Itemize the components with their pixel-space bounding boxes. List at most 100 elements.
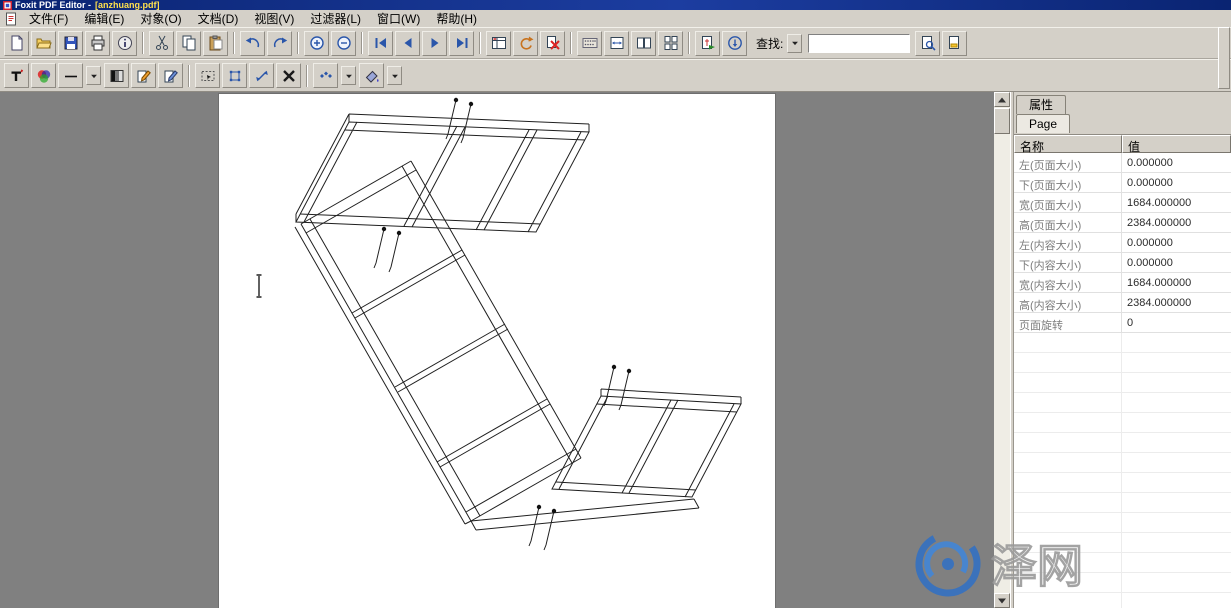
facing-pages-button[interactable] <box>631 31 656 56</box>
next-page-button[interactable] <box>422 31 447 56</box>
property-value[interactable]: 1684.000000 <box>1122 193 1231 212</box>
tab-properties[interactable]: 属性 <box>1016 95 1066 114</box>
last-page-button[interactable] <box>449 31 474 56</box>
property-row[interactable]: 下(页面大小)0.000000 <box>1014 173 1231 193</box>
paint-button[interactable] <box>359 63 384 88</box>
zoom-in-button[interactable] <box>304 31 329 56</box>
property-row[interactable]: 高(页面大小)2384.000000 <box>1014 213 1231 233</box>
line-tool-button[interactable] <box>58 63 83 88</box>
property-value[interactable]: 0 <box>1122 313 1231 332</box>
delete-page-button[interactable] <box>540 31 565 56</box>
property-value[interactable]: 0.000000 <box>1122 173 1231 192</box>
document-canvas[interactable] <box>0 92 994 608</box>
panel-title-row: 属性 <box>1014 92 1231 114</box>
cut-button[interactable] <box>149 31 174 56</box>
scrollbar-thumb[interactable] <box>994 108 1010 134</box>
edit-pencil-blue-icon <box>163 68 179 84</box>
last-page-icon <box>454 35 470 51</box>
property-value[interactable]: 0.000000 <box>1122 253 1231 272</box>
save-button[interactable] <box>58 31 83 56</box>
transform-handles-button[interactable] <box>222 63 247 88</box>
property-value[interactable]: 0.000000 <box>1122 153 1231 172</box>
menu-file[interactable]: 文件(F) <box>21 9 76 29</box>
scissors-icon <box>154 35 170 51</box>
previous-page-button[interactable] <box>395 31 420 56</box>
menu-filter[interactable]: 过滤器(L) <box>302 9 369 29</box>
find-input[interactable] <box>808 34 910 53</box>
zoom-out-button[interactable] <box>331 31 356 56</box>
property-row[interactable]: 页面旋转0 <box>1014 313 1231 333</box>
continuous-pages-button[interactable] <box>658 31 683 56</box>
color-picker-button[interactable] <box>31 63 56 88</box>
text-tool-button[interactable] <box>4 63 29 88</box>
edit-object-button[interactable] <box>131 63 156 88</box>
thumbnails-icon <box>491 35 507 51</box>
paint-dropdown[interactable] <box>387 66 402 85</box>
menu-help[interactable]: 帮助(H) <box>428 9 485 29</box>
property-value[interactable]: 0.000000 <box>1122 233 1231 252</box>
toolbar-separator <box>361 32 363 54</box>
property-row[interactable]: 下(内容大小)0.000000 <box>1014 253 1231 273</box>
property-row[interactable]: 左(内容大小)0.000000 <box>1014 233 1231 253</box>
column-header-name[interactable]: 名称 <box>1014 135 1122 153</box>
marquee-select-button[interactable] <box>195 63 220 88</box>
scroll-up-button[interactable] <box>994 92 1010 107</box>
menu-edit[interactable]: 编辑(E) <box>76 9 132 29</box>
text-extract-button[interactable] <box>695 31 720 56</box>
thumbnails-button[interactable] <box>486 31 511 56</box>
open-button[interactable] <box>31 31 56 56</box>
crossed-tools-icon <box>281 68 297 84</box>
first-page-button[interactable] <box>368 31 393 56</box>
property-value[interactable]: 2384.000000 <box>1122 213 1231 232</box>
panel-tab-row: Page <box>1014 114 1231 135</box>
properties-panel: 属性 Page 名称 值 左(页面大小)0.000000 下(页面大小)0.00… <box>1014 92 1231 608</box>
next-page-icon <box>427 35 443 51</box>
scroll-up-arrow-icon <box>997 95 1007 105</box>
nodes-button[interactable] <box>313 63 338 88</box>
color-wheel-icon <box>36 68 52 84</box>
redo-button[interactable] <box>267 31 292 56</box>
edit-content-button[interactable] <box>158 63 183 88</box>
grid-view-button[interactable] <box>577 31 602 56</box>
paint-bucket-icon <box>364 68 380 84</box>
menu-view[interactable]: 视图(V) <box>246 9 302 29</box>
document-info-button[interactable] <box>112 31 137 56</box>
printer-icon <box>90 35 106 51</box>
menu-window[interactable]: 窗口(W) <box>369 9 428 29</box>
rotate-page-button[interactable] <box>513 31 538 56</box>
transform-arrow-button[interactable] <box>249 63 274 88</box>
search-page-button[interactable] <box>915 31 940 56</box>
goto-page-button[interactable] <box>722 31 747 56</box>
find-history-dropdown[interactable] <box>787 34 802 53</box>
menu-bar: 文件(F) 编辑(E) 对象(O) 文档(D) 视图(V) 过滤器(L) 窗口(… <box>0 10 1231 27</box>
tools-button[interactable] <box>276 63 301 88</box>
new-button[interactable] <box>4 31 29 56</box>
nodes-dropdown[interactable] <box>341 66 356 85</box>
line-style-dropdown[interactable] <box>86 66 101 85</box>
save-floppy-icon <box>63 35 79 51</box>
undo-button[interactable] <box>240 31 265 56</box>
menu-object[interactable]: 对象(O) <box>132 9 189 29</box>
rotate-icon <box>518 35 534 51</box>
highlight-page-button[interactable] <box>942 31 967 56</box>
menu-document[interactable]: 文档(D) <box>190 9 247 29</box>
property-row[interactable]: 左(页面大小)0.000000 <box>1014 153 1231 173</box>
property-row[interactable]: 高(内容大小)2384.000000 <box>1014 293 1231 313</box>
pdf-page[interactable] <box>218 93 776 608</box>
redo-icon <box>272 35 288 51</box>
vertical-scrollbar[interactable] <box>994 92 1010 608</box>
property-value[interactable]: 2384.000000 <box>1122 293 1231 312</box>
paste-button[interactable] <box>203 31 228 56</box>
copy-button[interactable] <box>176 31 201 56</box>
property-row[interactable]: 宽(页面大小)1684.000000 <box>1014 193 1231 213</box>
tab-page[interactable]: Page <box>1016 114 1070 133</box>
print-button[interactable] <box>85 31 110 56</box>
property-name: 下(页面大小) <box>1014 173 1122 192</box>
property-value[interactable]: 1684.000000 <box>1122 273 1231 292</box>
fit-width-button[interactable] <box>604 31 629 56</box>
scroll-down-button[interactable] <box>994 593 1010 608</box>
property-row[interactable]: 宽(内容大小)1684.000000 <box>1014 273 1231 293</box>
properties-grid: 名称 值 左(页面大小)0.000000 下(页面大小)0.000000 宽(页… <box>1014 135 1231 608</box>
gradient-fill-button[interactable] <box>104 63 129 88</box>
column-header-value[interactable]: 值 <box>1122 135 1231 153</box>
